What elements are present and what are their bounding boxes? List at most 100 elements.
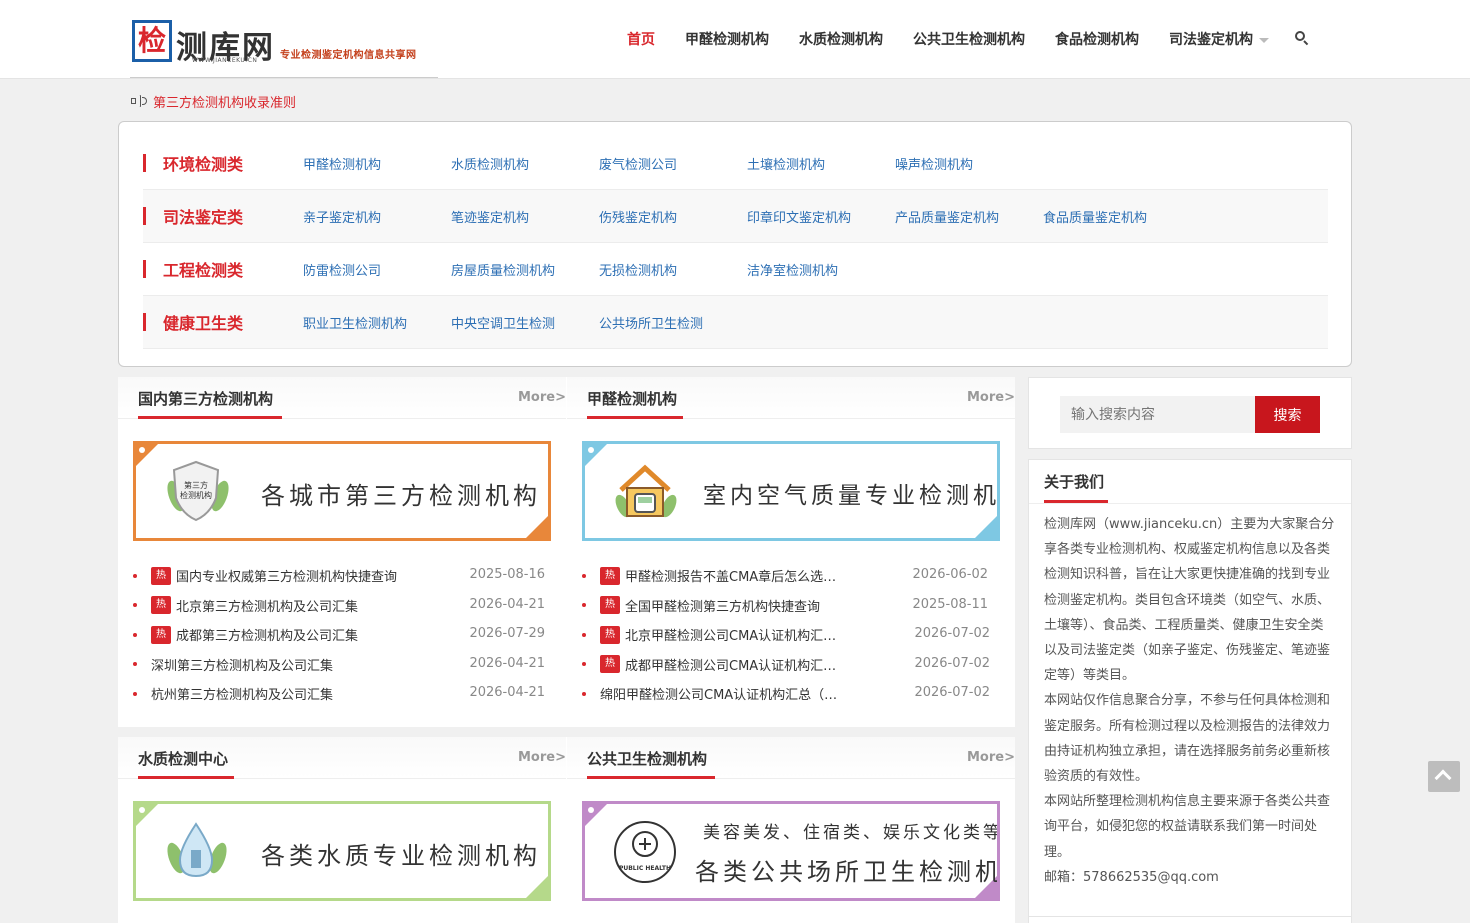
category-link[interactable]: 中央空调卫生检测 [451,313,599,332]
item-title[interactable]: 成都第三方检测机构及公司汇集 [176,625,461,644]
nav-judicial-label: 司法鉴定机构 [1169,32,1253,48]
sidebar-next-box [1028,916,1352,923]
item-date: 2026-04-21 [469,655,545,671]
about-paragraph: 本网站仅作信息聚合分享，不参与任何具体检测和鉴定服务。所有检测过程以及检测报告的… [1044,693,1331,785]
category-link[interactable]: 公共场所卫生检测 [599,313,747,332]
panel-banner[interactable]: 第三方 检测机构 各城市第三方检测机构 [133,441,551,541]
item-title[interactable]: 成都甲醛检测公司CMA认证机构汇… [625,655,855,674]
list-item[interactable]: 杭州第三方检测机构及公司汇集 2026-04-21 [133,679,551,709]
more-link[interactable]: More> [518,390,566,405]
category-box: 环境检测类 甲醛检测机构 水质检测机构 废气检测公司 土壤检测机构 噪声检测机构… [118,121,1352,367]
banner-text: 各类公共场所卫生检测机构 [695,858,1000,886]
item-title[interactable]: 甲醛检测报告不盖CMA章后怎么选… [625,566,855,585]
about-email: 邮箱：578662535@qq.com [1044,869,1219,885]
category-link[interactable]: 房屋质量检测机构 [451,260,599,279]
more-link[interactable]: More> [518,750,566,765]
chevron-up-icon [1434,769,1452,787]
category-link[interactable]: 印章印文鉴定机构 [747,207,895,226]
panel-header: 公共卫生检测机构 More> [567,737,1015,779]
list-item[interactable]: 热北京甲醛检测公司CMA认证机构汇… 2026-07-02 [582,620,1000,650]
list-item[interactable]: 绵阳甲醛检测公司CMA认证机构汇总（… 2026-07-02 [582,679,1000,709]
panel-public-health: 公共卫生检测机构 More> PUBLIC HEALTH 美容美发、住宿类、娱乐… [567,737,1015,923]
category-link[interactable]: 食品质量鉴定机构 [1043,207,1191,226]
panel-third-party: 国内第三方检测机构 More> 第三方 检测机构 各城市第三方检测机构 热国内专… [118,377,566,727]
item-date: 2026-04-21 [469,596,545,612]
item-title[interactable]: 绵阳甲醛检测公司CMA认证机构汇总（… [600,684,860,703]
about-title-underline [1044,500,1108,503]
panel-title: 甲醛检测机构 [587,390,678,408]
public-health-icon-label: PUBLIC HEALTH [619,865,671,872]
category-link[interactable]: 土壤检测机构 [747,154,895,173]
main-nav: 首页 甲醛检测机构 水质检测机构 公共卫生检测机构 食品检测机构 司法鉴定机构 [612,26,1310,52]
about-paragraph: 检测库网（www.jianceku.cn）主要为大家聚合分享各类专业检测机构、权… [1044,517,1335,684]
list-item[interactable]: 热成都甲醛检测公司CMA认证机构汇… 2026-07-02 [582,650,1000,680]
category-link[interactable]: 产品质量鉴定机构 [895,207,1043,226]
nav-public-health[interactable]: 公共卫生检测机构 [913,29,1025,49]
category-title[interactable]: 环境检测类 [163,151,303,175]
search-icon[interactable] [1294,31,1310,47]
sidebar-search: 搜索 [1028,377,1352,449]
nav-food[interactable]: 食品检测机构 [1055,29,1139,49]
nav-formaldehyde[interactable]: 甲醛检测机构 [685,29,769,49]
panel-banner[interactable]: 各类水质专业检测机构 [133,801,551,901]
more-link[interactable]: More> [967,390,1015,405]
item-date: 2026-04-21 [469,685,545,700]
item-title[interactable]: 北京甲醛检测公司CMA认证机构汇… [625,625,855,644]
item-title[interactable]: 深圳第三方检测机构及公司汇集 [151,655,436,674]
banner-text: 各类水质专业检测机构 [261,842,541,870]
category-row: 环境检测类 甲醛检测机构 水质检测机构 废气检测公司 土壤检测机构 噪声检测机构 [143,137,1328,190]
category-marker [143,154,146,172]
nav-judicial[interactable]: 司法鉴定机构 [1169,29,1269,49]
item-title[interactable]: 杭州第三方检测机构及公司汇集 [151,684,436,703]
banner-text: 各城市第三方检测机构 [261,482,541,510]
list-item[interactable]: 热甲醛检测报告不盖CMA章后怎么选… 2026-06-02 [582,561,1000,591]
category-link[interactable]: 洁净室检测机构 [747,260,895,279]
list-item[interactable]: 热成都第三方检测机构及公司汇集 2026-07-29 [133,620,551,650]
category-link[interactable]: 无损检测机构 [599,260,747,279]
category-link[interactable]: 水质检测机构 [451,154,599,173]
category-link[interactable]: 噪声检测机构 [895,154,1043,173]
category-link[interactable]: 职业卫生检测机构 [303,313,451,332]
item-title[interactable]: 北京第三方检测机构及公司汇集 [176,596,461,615]
list-item[interactable]: 热全国甲醛检测第三方机构快捷查询 2025-08-11 [582,591,1000,621]
category-title[interactable]: 健康卫生类 [163,310,303,334]
category-link[interactable]: 亲子鉴定机构 [303,207,451,226]
panel-title-underline [138,776,234,779]
panel-banner[interactable]: PUBLIC HEALTH 美容美发、住宿类、娱乐文化类等 各类公共场所卫生检测… [582,801,1000,901]
panel-header: 甲醛检测机构 More> [567,377,1015,419]
category-link[interactable]: 防雷检测公司 [303,260,451,279]
item-title[interactable]: 国内专业权威第三方检测机构快捷查询 [176,566,461,585]
panel-banner[interactable]: 室内空气质量专业检测机构 [582,441,1000,541]
hot-badge: 热 [600,596,620,615]
hot-badge: 热 [600,655,620,674]
search-button[interactable]: 搜索 [1255,396,1320,433]
search-input[interactable] [1060,396,1256,433]
site-logo[interactable]: 检 测库网 WWW.JIANCEKU.CN 专业检测鉴定机构信息共享网 [130,16,438,78]
item-title[interactable]: 全国甲醛检测第三方机构快捷查询 [625,596,855,615]
item-date: 2026-07-29 [469,626,545,641]
list-item[interactable]: 热北京第三方检测机构及公司汇集 2026-04-21 [133,591,551,621]
category-title[interactable]: 司法鉴定类 [163,204,303,228]
notice-bar: 第三方检测机构收录准则 [130,90,296,112]
category-title[interactable]: 工程检测类 [163,257,303,281]
category-link[interactable]: 废气检测公司 [599,154,747,173]
notice-link[interactable]: 第三方检测机构收录准则 [153,92,296,111]
back-to-top-button[interactable] [1428,761,1460,792]
panel-formaldehyde: 甲醛检测机构 More> 室内空气质量专业检测机构 热甲醛检测报告不盖CMA章后… [567,377,1015,727]
nav-home[interactable]: 首页 [627,29,655,49]
more-link[interactable]: More> [967,750,1015,765]
list-item[interactable]: 热国内专业权威第三方检测机构快捷查询 2025-08-16 [133,561,551,591]
site-header: 检 测库网 WWW.JIANCEKU.CN 专业检测鉴定机构信息共享网 首页 甲… [0,0,1470,79]
banner-subtext: 美容美发、住宿类、娱乐文化类等 [703,823,1000,843]
hot-badge: 热 [600,625,620,644]
category-link[interactable]: 甲醛检测机构 [303,154,451,173]
dropdown-arrow-icon [1259,37,1269,43]
logo-slogan: 专业检测鉴定机构信息共享网 [280,50,417,61]
list-item[interactable]: 深圳第三方检测机构及公司汇集 2026-04-21 [133,650,551,680]
nav-water[interactable]: 水质检测机构 [799,29,883,49]
svg-text:第三方: 第三方 [184,480,208,490]
category-link[interactable]: 笔迹鉴定机构 [451,207,599,226]
shield-icon: 第三方 检测机构 [167,460,229,522]
category-link[interactable]: 伤残鉴定机构 [599,207,747,226]
logo-mark: 检 [132,20,172,62]
